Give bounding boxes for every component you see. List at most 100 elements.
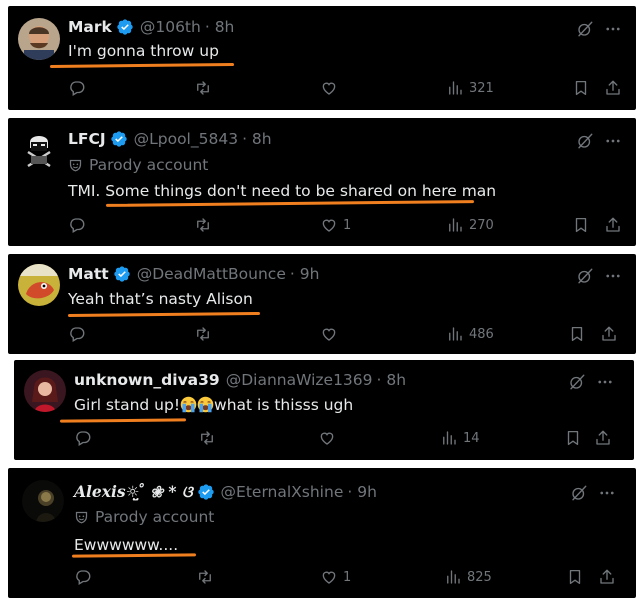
repost-button[interactable] bbox=[196, 568, 219, 586]
parody-label: Parody account bbox=[68, 156, 208, 174]
author-name[interactable]: Matt bbox=[68, 265, 109, 283]
views-icon bbox=[446, 79, 464, 97]
reply-button[interactable] bbox=[68, 79, 91, 97]
author-handle[interactable]: @EternalXshine bbox=[221, 483, 344, 501]
author-handle[interactable]: @Lpool_5843 bbox=[134, 130, 238, 148]
reply-button[interactable] bbox=[68, 216, 91, 234]
views-count: 270 bbox=[469, 217, 494, 233]
bookmark-icon[interactable] bbox=[566, 568, 584, 586]
like-icon bbox=[320, 216, 338, 234]
grok-icon[interactable] bbox=[576, 267, 594, 285]
verified-icon bbox=[116, 18, 134, 36]
avatar[interactable] bbox=[18, 18, 60, 60]
like-icon bbox=[320, 79, 338, 97]
like-count: 1 bbox=[343, 569, 352, 585]
share-icon[interactable] bbox=[604, 79, 622, 97]
avatar[interactable] bbox=[22, 480, 64, 522]
reply-icon bbox=[68, 325, 86, 343]
like-button[interactable]: 1 bbox=[320, 216, 351, 234]
grok-icon[interactable] bbox=[568, 373, 586, 391]
reply-icon bbox=[68, 216, 86, 234]
share-icon[interactable] bbox=[604, 216, 622, 234]
author-handle[interactable]: @DiannaWize1369 bbox=[226, 371, 373, 389]
post-text: Yeah that’s nasty Alison bbox=[68, 290, 253, 308]
post-card[interactable]: Matt @DeadMattBounce · 9h Yeah that’s na… bbox=[8, 254, 636, 354]
author-name[interactable]: Mark bbox=[68, 18, 112, 36]
avatar[interactable] bbox=[18, 264, 60, 306]
post-card[interactable]: Mark @106th · 8h I'm gonna throw up 321 bbox=[8, 6, 636, 110]
highlight-underline bbox=[59, 418, 187, 423]
bookmark-icon[interactable] bbox=[572, 79, 590, 97]
like-button[interactable]: 1 bbox=[320, 568, 351, 586]
views-count: 321 bbox=[469, 80, 494, 96]
verified-icon bbox=[110, 130, 128, 148]
author-name[interactable]: LFCJ bbox=[68, 130, 106, 148]
highlight-underline bbox=[67, 311, 261, 318]
reply-icon bbox=[74, 568, 92, 586]
views-button[interactable]: 270 bbox=[446, 216, 494, 234]
repost-button[interactable] bbox=[194, 325, 217, 343]
more-icon[interactable] bbox=[604, 132, 622, 150]
grok-icon[interactable] bbox=[576, 20, 594, 38]
views-count: 825 bbox=[467, 569, 492, 585]
post-card[interactable]: LFCJ @Lpool_5843 · 8h Parody account TMI… bbox=[8, 118, 636, 246]
reply-button[interactable] bbox=[74, 568, 97, 586]
views-count: 14 bbox=[463, 430, 480, 446]
loudly-crying-face-icon bbox=[180, 396, 197, 413]
views-icon bbox=[444, 568, 462, 586]
views-button[interactable]: 486 bbox=[446, 325, 494, 343]
post-time[interactable]: · 8h bbox=[205, 18, 235, 36]
grok-icon[interactable] bbox=[570, 484, 588, 502]
author-name[interactable]: 𝑨𝒍𝒆𝒙𝒊𝒔☼̤̮ ̊ ❀ * ଓ bbox=[74, 482, 193, 502]
reply-button[interactable] bbox=[74, 429, 97, 447]
repost-icon bbox=[198, 429, 216, 447]
highlight-underline bbox=[71, 553, 197, 558]
share-icon[interactable] bbox=[594, 429, 612, 447]
more-icon[interactable] bbox=[596, 373, 614, 391]
repost-button[interactable] bbox=[194, 79, 217, 97]
reply-button[interactable] bbox=[68, 325, 91, 343]
repost-icon bbox=[196, 568, 214, 586]
like-button[interactable] bbox=[320, 79, 343, 97]
parody-label: Parody account bbox=[74, 508, 214, 526]
views-button[interactable]: 825 bbox=[444, 568, 492, 586]
post-time[interactable]: · 9h bbox=[290, 265, 320, 283]
avatar[interactable] bbox=[18, 130, 60, 172]
parody-icon bbox=[74, 510, 89, 525]
post-time[interactable]: · 8h bbox=[377, 371, 407, 389]
share-icon[interactable] bbox=[600, 325, 618, 343]
reply-icon bbox=[74, 429, 92, 447]
post-card[interactable]: 𝑨𝒍𝒆𝒙𝒊𝒔☼̤̮ ̊ ❀ * ଓ @EternalXshine · 9h Pa… bbox=[8, 468, 636, 598]
author-name[interactable]: unknown_diva39 bbox=[74, 371, 220, 389]
avatar[interactable] bbox=[24, 370, 66, 412]
author-handle[interactable]: @DeadMattBounce bbox=[137, 265, 286, 283]
bookmark-icon[interactable] bbox=[564, 429, 582, 447]
like-button[interactable] bbox=[320, 325, 343, 343]
repost-button[interactable] bbox=[198, 429, 221, 447]
post-text: Ewwwwww.... bbox=[74, 536, 179, 554]
parody-icon bbox=[68, 158, 83, 173]
loudly-crying-face-icon bbox=[197, 396, 214, 413]
repost-button[interactable] bbox=[194, 216, 217, 234]
views-button[interactable]: 321 bbox=[446, 79, 494, 97]
repost-icon bbox=[194, 325, 212, 343]
post-time[interactable]: · 8h bbox=[242, 130, 272, 148]
like-button[interactable] bbox=[318, 429, 341, 447]
more-icon[interactable] bbox=[598, 484, 616, 502]
author-handle[interactable]: @106th bbox=[140, 18, 201, 36]
grok-icon[interactable] bbox=[576, 132, 594, 150]
like-count: 1 bbox=[343, 217, 352, 233]
repost-icon bbox=[194, 216, 212, 234]
post-time[interactable]: · 9h bbox=[347, 483, 377, 501]
more-icon[interactable] bbox=[604, 267, 622, 285]
share-icon[interactable] bbox=[598, 568, 616, 586]
reply-icon bbox=[68, 79, 86, 97]
post-text: Girl stand up! what is thisss ugh bbox=[74, 396, 354, 414]
views-icon bbox=[446, 325, 464, 343]
bookmark-icon[interactable] bbox=[572, 216, 590, 234]
bookmark-icon[interactable] bbox=[568, 325, 586, 343]
more-icon[interactable] bbox=[604, 20, 622, 38]
views-button[interactable]: 14 bbox=[440, 429, 480, 447]
views-icon bbox=[440, 429, 458, 447]
post-card[interactable]: unknown_diva39 @DiannaWize1369 · 8h Girl… bbox=[14, 360, 634, 460]
